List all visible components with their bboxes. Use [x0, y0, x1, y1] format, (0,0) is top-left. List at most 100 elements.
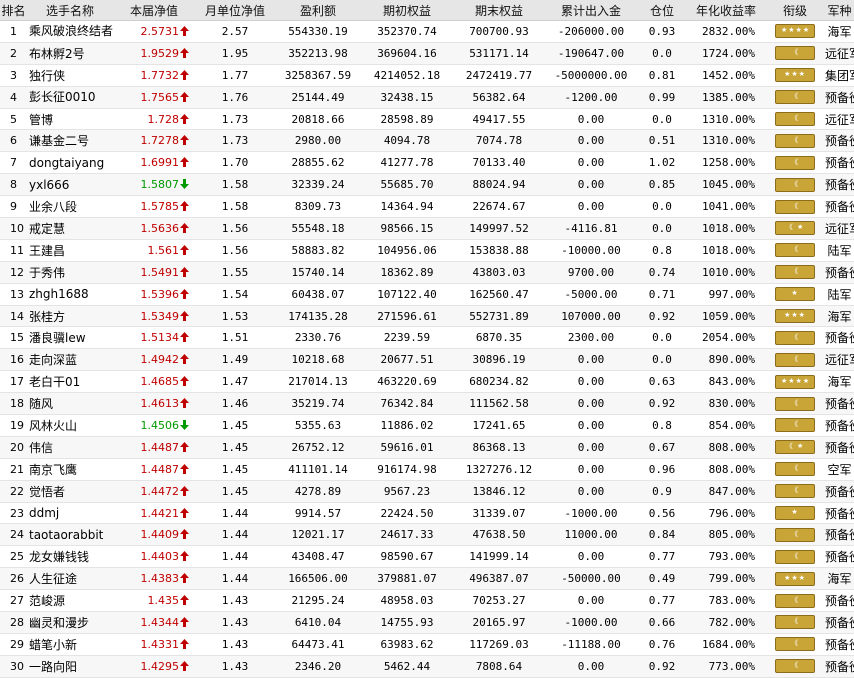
branch-cell: 陆军 — [825, 283, 854, 306]
table-row[interactable]: 16 走向深蓝 1.4942 1.49 10218.68 20677.51 30896.19… — [0, 348, 854, 372]
player-name[interactable]: dongtaiyang — [27, 151, 113, 175]
table-row[interactable]: 26 人生征途 1.4383 1.44 166506.00 379881.07 496387… — [0, 567, 854, 591]
arrow-up-icon — [180, 244, 189, 255]
column-header[interactable]: 仓位 — [637, 0, 687, 21]
column-header[interactable]: 累计出入金 — [545, 0, 637, 21]
position-cell: 0.8 — [637, 414, 687, 437]
player-name[interactable]: 走向深蓝 — [27, 348, 113, 372]
table-row[interactable]: 19 风林火山 1.4506 1.45 5355.63 11886.02 17241.65 0… — [0, 414, 854, 437]
table-row[interactable]: 8 yxl666 1.5807 1.58 32339.24 55685.70 88024.9… — [0, 173, 854, 197]
player-name[interactable]: ddmj — [27, 502, 113, 525]
position-cell: 0.51 — [637, 129, 687, 153]
player-name[interactable]: 风林火山 — [27, 414, 113, 437]
table-row[interactable]: 18 随风 1.4613 1.46 35219.74 76342.84 111562.58 0… — [0, 392, 854, 416]
player-name[interactable]: 管博 — [27, 108, 113, 131]
player-name[interactable]: 王建昌 — [27, 239, 113, 262]
player-name[interactable]: 人生征途 — [27, 567, 113, 591]
table-row[interactable]: 21 南京飞鹰 1.4487 1.45 411101.14 916174.98 132727… — [0, 458, 854, 481]
table-row[interactable]: 7 dongtaiyang 1.6991 1.70 28855.62 41277.78 70… — [0, 151, 854, 175]
annual-return-cell: 773.00% — [687, 655, 765, 678]
table-row[interactable]: 20 伟信 1.4487 1.45 26752.12 59616.01 86368.13 0.… — [0, 436, 854, 459]
table-row[interactable]: 3 独行侠 1.7732 1.77 3258367.59 4214052.18 247241… — [0, 64, 854, 87]
position-cell: 0.81 — [637, 64, 687, 87]
player-name[interactable]: 范峻源 — [27, 589, 113, 613]
player-name[interactable]: 于秀伟 — [27, 261, 113, 284]
column-header[interactable]: 盈利额 — [275, 0, 361, 21]
monthly-nav-cell: 1.44 — [195, 523, 275, 547]
table-row[interactable]: 25 龙女嫌钱钱 1.4403 1.44 43408.47 98590.67 141999.… — [0, 545, 854, 569]
start-equity-cell: 76342.84 — [361, 392, 453, 416]
player-name[interactable]: 伟信 — [27, 436, 113, 459]
rank-badge-cell: 《chevron — [765, 633, 825, 656]
player-name[interactable]: taotaorabbit — [27, 523, 113, 547]
profit-cell: 8309.73 — [275, 195, 361, 219]
table-row[interactable]: 17 老白干01 1.4685 1.47 217014.13 463220.69 68023… — [0, 370, 854, 394]
player-name[interactable]: 一路向阳 — [27, 655, 113, 678]
table-row[interactable]: 2 布林孵2号 1.9529 1.95 352213.98 369604.16 531171… — [0, 42, 854, 65]
rank-badge-cell: 《chevron — [765, 611, 825, 634]
player-name[interactable]: 彭长征0010 — [27, 86, 113, 109]
table-row[interactable]: 15 潘良骥lew 1.5134 1.51 2330.76 2239.59 6870.35 2… — [0, 326, 854, 350]
table-row[interactable]: 14 张桂方 1.5349 1.53 174135.28 271596.61 552731.… — [0, 305, 854, 328]
position-cell: 0.76 — [637, 633, 687, 656]
column-header[interactable]: 期末权益 — [453, 0, 545, 21]
table-row[interactable]: 29 蜡笔小新 1.4331 1.43 64473.41 63983.62 117269.0… — [0, 633, 854, 656]
profit-cell: 411101.14 — [275, 458, 361, 481]
rank-cell: 3 — [0, 64, 27, 87]
table-row[interactable]: 5 管博 1.728 1.73 20818.66 28598.89 49417.55 0.00… — [0, 108, 854, 131]
player-name[interactable]: 乘风破浪终结者 — [27, 20, 113, 43]
military-rank-icon: 《chevron — [775, 177, 815, 192]
player-name[interactable]: 戒定慧 — [27, 217, 113, 240]
start-equity-cell: 11886.02 — [361, 414, 453, 437]
arrow-up-icon — [180, 551, 189, 562]
column-header[interactable]: 年化收益率 — [687, 0, 765, 21]
player-name[interactable]: 觉悟者 — [27, 480, 113, 503]
column-header[interactable]: 期初权益 — [361, 0, 453, 21]
rank-cell: 4 — [0, 86, 27, 109]
annual-return-cell: 1385.00% — [687, 86, 765, 109]
table-row[interactable]: 24 taotaorabbit 1.4409 1.44 12021.17 24617.33… — [0, 523, 854, 547]
table-row[interactable]: 12 于秀伟 1.5491 1.55 15740.14 18362.89 43803.03 9… — [0, 261, 854, 284]
table-row[interactable]: 11 王建昌 1.561 1.56 58883.82 104956.06 153838.88… — [0, 239, 854, 262]
column-header[interactable]: 衔级 — [765, 0, 825, 21]
rank-cell: 6 — [0, 129, 27, 153]
table-row[interactable]: 30 一路向阳 1.4295 1.43 2346.20 5462.44 7808.64 0.0… — [0, 655, 854, 678]
player-name[interactable]: yxl666 — [27, 173, 113, 197]
column-header[interactable]: 月单位净值 — [195, 0, 275, 21]
player-name[interactable]: 业余八段 — [27, 195, 113, 219]
player-name[interactable]: 幽灵和漫步 — [27, 611, 113, 634]
player-name[interactable]: 谦基金二号 — [27, 129, 113, 153]
player-name[interactable]: 龙女嫌钱钱 — [27, 545, 113, 569]
monthly-nav-cell: 1.45 — [195, 414, 275, 437]
player-name[interactable]: 老白干01 — [27, 370, 113, 394]
table-row[interactable]: 10 戒定慧 1.5636 1.56 55548.18 98566.15 149997.52… — [0, 217, 854, 240]
player-name[interactable]: 潘良骥lew — [27, 326, 113, 350]
military-rank-icon: 《chevron — [775, 112, 815, 126]
table-row[interactable]: 1 乘风破浪终结者 2.5731 2.57 554330.19 352370.74 7007… — [0, 20, 854, 43]
column-header[interactable]: 排名 — [0, 0, 27, 21]
player-name[interactable]: 蜡笔小新 — [27, 633, 113, 656]
table-row[interactable]: 4 彭长征0010 1.7565 1.76 25144.49 32438.15 56382.… — [0, 86, 854, 109]
table-row[interactable]: 9 业余八段 1.5785 1.58 8309.73 14364.94 22674.67 0.… — [0, 195, 854, 219]
table-row[interactable]: 22 觉悟者 1.4472 1.45 4278.89 9567.23 13846.12 0.0… — [0, 480, 854, 503]
player-name[interactable]: 随风 — [27, 392, 113, 416]
table-row[interactable]: 23 ddmj 1.4421 1.44 9914.57 22424.50 31339.07-… — [0, 502, 854, 525]
player-name[interactable]: 布林孵2号 — [27, 42, 113, 65]
player-name[interactable]: 张桂方 — [27, 305, 113, 328]
table-row[interactable]: 6 谦基金二号 1.7278 1.73 2980.00 4094.78 7074.78 0.0… — [0, 129, 854, 153]
monthly-nav-cell: 2.57 — [195, 20, 275, 43]
nav-value: 1.4409 — [140, 528, 180, 542]
player-name[interactable]: 独行侠 — [27, 64, 113, 87]
column-header[interactable]: 选手名称 — [27, 0, 113, 21]
player-name[interactable]: 南京飞鹰 — [27, 458, 113, 481]
table-row[interactable]: 28 幽灵和漫步 1.4344 1.43 6410.04 14755.93 20165.97… — [0, 611, 854, 634]
table-row[interactable]: 13 zhgh1688 1.5396 1.54 60438.07 107122.40 162… — [0, 283, 854, 306]
column-header[interactable]: 本届净值 — [113, 0, 195, 21]
nav-value: 1.4421 — [140, 506, 180, 520]
player-name[interactable]: zhgh1688 — [27, 283, 113, 306]
cash-flow-cell: 2300.00 — [545, 326, 637, 350]
military-rank-icon: ★star-1 — [775, 506, 815, 521]
column-header[interactable]: 军种 — [825, 0, 854, 21]
profit-cell: 35219.74 — [275, 392, 361, 416]
table-row[interactable]: 27 范峻源 1.435 1.43 21295.24 48958.03 70253.27 0.… — [0, 589, 854, 613]
